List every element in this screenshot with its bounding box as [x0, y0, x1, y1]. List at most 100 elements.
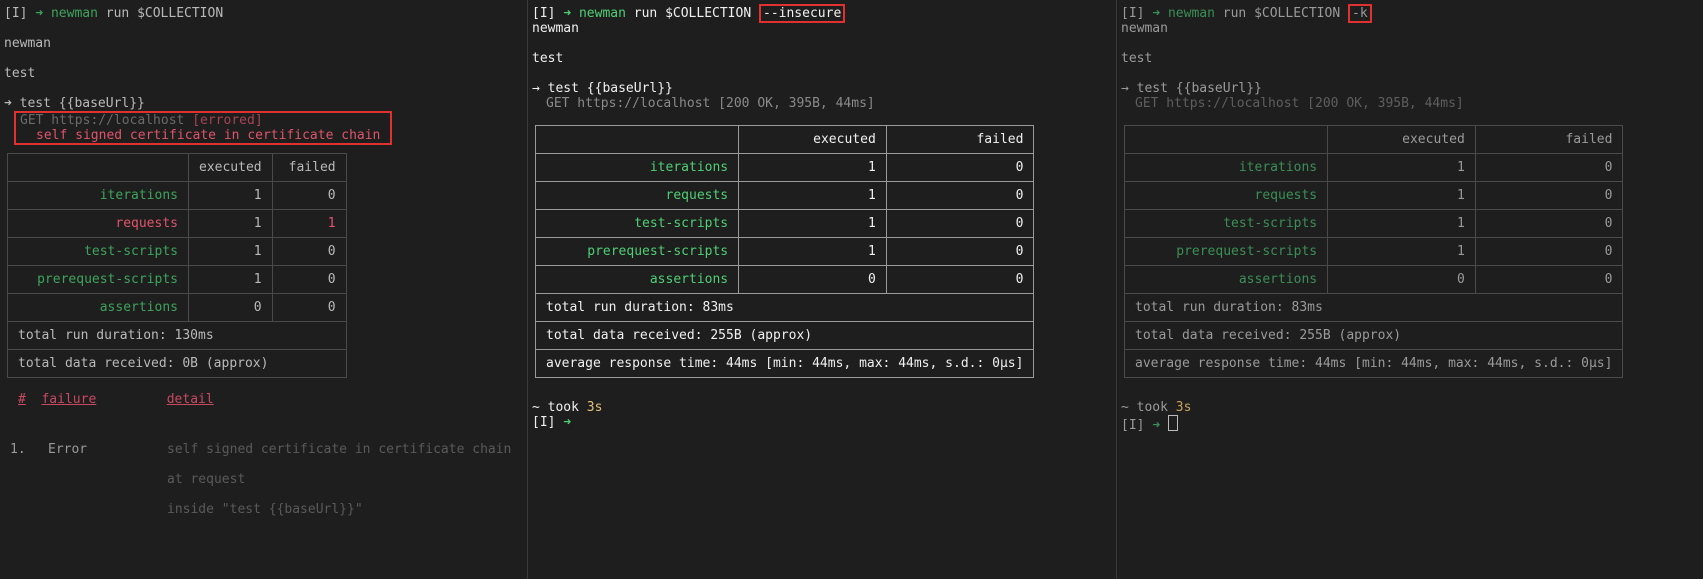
table-footer-row: average response time: 44ms [min: 44ms, …: [534, 349, 1035, 378]
table-header-row: executed failed: [534, 125, 1035, 154]
terminal-pane-k[interactable]: [I] ➜ newman run $COLLECTION -k newman t…: [1116, 0, 1703, 579]
row-label: assertions: [7, 293, 189, 322]
table-row: requests 1 1: [7, 209, 347, 238]
run-summary-table: executed failed iterations 1 0 requests …: [1123, 125, 1624, 378]
took-line: ~ took 3s: [532, 400, 1116, 415]
row-failed: 0: [271, 181, 347, 210]
row-failed: 0: [271, 265, 347, 294]
command-args: run $COLLECTION: [1222, 6, 1341, 21]
row-executed: 1: [1327, 153, 1476, 182]
failure-row: at request: [4, 465, 527, 495]
arrow-icon: →: [1121, 81, 1129, 96]
failure-table-header: # failure detail: [18, 392, 527, 407]
row-executed: 1: [738, 153, 887, 182]
prompt-arrow-icon: ➜: [1152, 6, 1161, 21]
row-failed: 0: [1474, 265, 1624, 294]
data-received: total data received: 0B (approx): [7, 349, 347, 378]
end-prompt: [I] ➜: [532, 415, 1116, 430]
failure-detail: self signed certificate in certificate c…: [167, 442, 512, 457]
row-label: prerequest-scripts: [534, 237, 740, 266]
row-label: test-scripts: [1123, 209, 1329, 238]
row-failed: 0: [885, 265, 1035, 294]
command-line: [I] ➜ newman run $COLLECTION -k: [1121, 4, 1703, 23]
table-header-cell: failed: [1474, 125, 1624, 154]
row-label: assertions: [1123, 265, 1329, 294]
row-label: requests: [7, 209, 189, 238]
row-label: iterations: [7, 181, 189, 210]
row-executed: 0: [1327, 265, 1476, 294]
table-header-cell: failed: [885, 125, 1035, 154]
request-status: [errored]: [192, 113, 263, 128]
row-failed: 0: [1474, 237, 1624, 266]
collection-name: newman: [532, 21, 579, 36]
table-header-cell: failed: [271, 153, 347, 182]
table-row: test-scripts 1 0: [7, 237, 347, 266]
terminal-pane-insecure[interactable]: [I] ➜ newman run $COLLECTION --insecure …: [527, 0, 1116, 579]
table-row: iterations 1 0: [534, 153, 1035, 182]
row-executed: 0: [188, 293, 273, 322]
failure-type: Error: [48, 442, 88, 457]
row-label: assertions: [534, 265, 740, 294]
table-row: requests 1 0: [534, 181, 1035, 210]
took-line: ~ took 3s: [1121, 400, 1703, 415]
row-label: requests: [534, 181, 740, 210]
row-failed: 1: [271, 209, 347, 238]
text-cursor[interactable]: [1167, 415, 1178, 431]
run-duration: total run duration: 130ms: [7, 321, 347, 350]
row-failed: 0: [1474, 181, 1624, 210]
row-failed: 0: [885, 181, 1035, 210]
row-executed: 1: [1327, 237, 1476, 266]
command-name: newman: [1167, 6, 1215, 21]
run-summary-table: executed failed iterations 1 0 requests …: [7, 153, 347, 378]
failure-row: 1. Error self signed certificate in cert…: [4, 435, 527, 465]
request-title: → test {{baseUrl}}: [1121, 81, 1703, 96]
row-executed: 1: [738, 181, 887, 210]
table-footer-row: total run duration: 130ms: [7, 321, 347, 350]
table-header-row: executed failed: [1123, 125, 1624, 154]
error-message: self signed certificate in certificate c…: [36, 128, 381, 143]
row-executed: 1: [1327, 209, 1476, 238]
average-response-time: average response time: 44ms [min: 44ms, …: [1123, 349, 1624, 378]
table-header-cell: [534, 125, 740, 154]
request-line: GET https://localhost [200 OK, 395B, 44m…: [546, 96, 875, 111]
table-row: assertions 0 0: [7, 293, 347, 322]
row-failed: 0: [885, 153, 1035, 182]
table-footer-row: total run duration: 83ms: [1123, 293, 1624, 322]
failure-row: inside "test {{baseUrl}}": [4, 495, 527, 525]
table-row: prerequest-scripts 1 0: [1123, 237, 1624, 266]
prompt-arrow-icon: ➜: [35, 6, 44, 21]
table-row: iterations 1 0: [7, 181, 347, 210]
table-row: assertions 0 0: [534, 265, 1035, 294]
command-name: newman: [578, 6, 626, 21]
row-label: iterations: [534, 153, 740, 182]
k-flag-highlight: -k: [1348, 4, 1372, 23]
request-line: GET https://localhost [200 OK, 395B, 44m…: [1135, 96, 1464, 111]
terminal-pane-default[interactable]: [I] ➜ newman run $COLLECTION newman test…: [0, 0, 527, 579]
row-label: prerequest-scripts: [7, 265, 189, 294]
table-footer-row: total data received: 255B (approx): [1123, 321, 1624, 350]
table-row: requests 1 0: [1123, 181, 1624, 210]
prompt-arrow-icon: ➜: [563, 6, 572, 21]
error-highlight-box: GET https://localhost [errored] self sig…: [14, 111, 393, 145]
collection-name: newman: [1121, 21, 1168, 36]
prompt-arrow-icon: ➜: [1152, 418, 1161, 433]
table-header-cell: executed: [188, 153, 273, 182]
row-executed: 1: [738, 209, 887, 238]
command-line: [I] ➜ newman run $COLLECTION: [4, 6, 527, 21]
prompt-arrow-icon: ➜: [563, 415, 572, 430]
folder-name: test: [532, 51, 564, 66]
command-args: run $COLLECTION: [105, 6, 224, 21]
row-failed: 0: [885, 209, 1035, 238]
table-row: prerequest-scripts 1 0: [534, 237, 1035, 266]
terminal-panes: [I] ➜ newman run $COLLECTION newman test…: [0, 0, 1703, 579]
request-url: GET https://localhost: [20, 113, 185, 128]
arrow-icon: ➜: [4, 96, 12, 111]
took-value: 3s: [586, 400, 603, 415]
row-label: requests: [1123, 181, 1329, 210]
row-executed: 0: [738, 265, 887, 294]
table-header-cell: executed: [1327, 125, 1476, 154]
prompt-indicator: [I]: [1121, 6, 1145, 21]
table-header-cell: [1123, 125, 1329, 154]
run-duration: total run duration: 83ms: [534, 293, 1035, 322]
row-executed: 1: [188, 237, 273, 266]
